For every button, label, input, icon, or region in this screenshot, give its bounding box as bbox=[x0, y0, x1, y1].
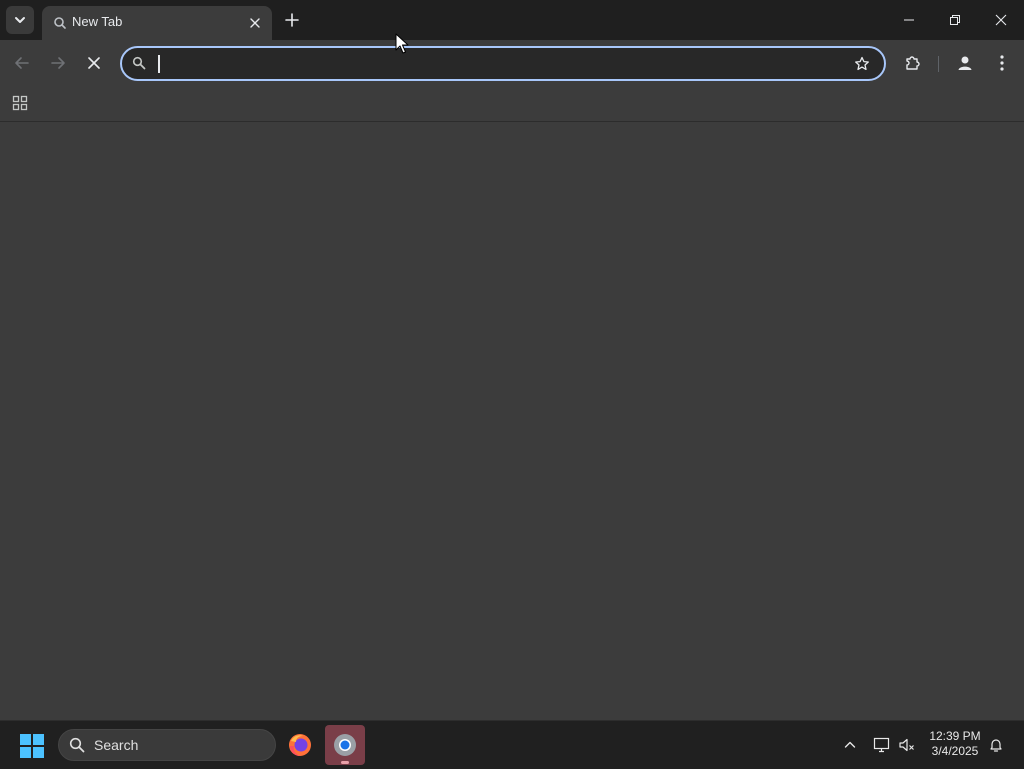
minimize-button[interactable] bbox=[886, 0, 932, 40]
show-hidden-icons-button[interactable] bbox=[840, 735, 860, 755]
address-input[interactable] bbox=[156, 52, 806, 75]
minimize-icon bbox=[904, 19, 914, 21]
taskbar-search-box[interactable]: Search bbox=[58, 729, 276, 761]
network-status-button[interactable] bbox=[872, 735, 892, 755]
taskbar: Search 12:39 PM 3/4/2025 bbox=[0, 720, 1024, 769]
mouse-cursor-icon bbox=[395, 33, 409, 54]
bookmark-star-button[interactable] bbox=[852, 54, 872, 74]
extensions-button[interactable] bbox=[900, 50, 926, 76]
chevron-down-icon bbox=[15, 17, 25, 23]
back-button[interactable] bbox=[9, 50, 35, 76]
apps-shortcut-button[interactable] bbox=[8, 91, 32, 115]
text-caret bbox=[158, 55, 160, 73]
system-clock[interactable]: 12:39 PM 3/4/2025 bbox=[922, 729, 988, 759]
search-icon bbox=[69, 737, 85, 753]
close-window-button[interactable] bbox=[978, 0, 1024, 40]
active-app-indicator bbox=[341, 761, 349, 764]
bookmarks-bar bbox=[0, 85, 1024, 122]
tab-search-button[interactable] bbox=[6, 6, 34, 34]
new-tab-button[interactable] bbox=[280, 8, 304, 32]
close-icon bbox=[995, 14, 1007, 26]
tab-new-tab[interactable]: New Tab bbox=[42, 6, 272, 40]
close-icon bbox=[88, 57, 100, 69]
forward-button[interactable] bbox=[45, 50, 71, 76]
menu-button[interactable] bbox=[990, 50, 1014, 76]
firefox-icon bbox=[289, 734, 311, 756]
search-icon bbox=[132, 56, 146, 70]
close-icon bbox=[250, 18, 260, 28]
speaker-muted-icon bbox=[899, 738, 914, 752]
puzzle-icon bbox=[906, 56, 920, 70]
newtab-icon bbox=[54, 17, 66, 29]
arrow-left-icon bbox=[15, 57, 29, 69]
restore-icon bbox=[950, 15, 960, 25]
person-icon bbox=[958, 56, 972, 70]
stop-loading-button[interactable] bbox=[81, 50, 107, 76]
chrome-icon bbox=[334, 734, 356, 756]
network-icon bbox=[873, 737, 890, 753]
bell-icon bbox=[990, 739, 1002, 752]
clock-date: 3/4/2025 bbox=[931, 744, 979, 758]
tab-title: New Tab bbox=[72, 14, 123, 29]
notifications-button[interactable] bbox=[986, 735, 1006, 755]
toolbar-separator bbox=[938, 56, 939, 72]
chevron-up-icon bbox=[844, 741, 856, 748]
volume-button[interactable] bbox=[897, 735, 917, 755]
more-vertical-icon bbox=[1000, 55, 1004, 71]
title-bar: New Tab bbox=[0, 0, 1024, 40]
arrow-right-icon bbox=[51, 57, 65, 69]
taskbar-app-firefox[interactable] bbox=[280, 725, 320, 765]
taskbar-app-chrome[interactable] bbox=[325, 725, 365, 765]
star-icon bbox=[855, 56, 869, 71]
browser-toolbar bbox=[0, 40, 1024, 85]
clock-time: 12:39 PM bbox=[929, 729, 981, 743]
start-button[interactable] bbox=[14, 729, 50, 763]
profile-button[interactable] bbox=[952, 50, 978, 76]
taskbar-search-label: Search bbox=[94, 737, 139, 753]
windows-logo-icon bbox=[20, 734, 44, 758]
plus-icon bbox=[285, 13, 299, 27]
apps-grid-icon bbox=[12, 95, 28, 111]
address-bar[interactable] bbox=[120, 46, 886, 81]
tab-close-button[interactable] bbox=[246, 14, 264, 32]
restore-button[interactable] bbox=[932, 0, 978, 40]
page-content[interactable] bbox=[0, 122, 1024, 720]
